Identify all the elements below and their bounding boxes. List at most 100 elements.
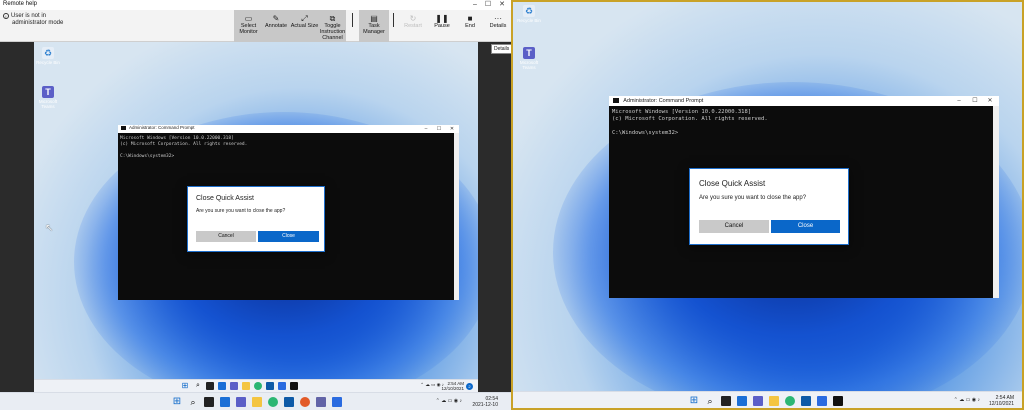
edge-icon[interactable]	[785, 396, 795, 406]
teams-label: Microsoft Teams	[519, 60, 539, 70]
cmd-maximize-button[interactable]: ☐	[969, 96, 981, 106]
task-manager-button[interactable]: ▤ Task Manager	[359, 10, 389, 42]
widgets-icon[interactable]	[737, 396, 747, 406]
local-clock[interactable]: 02:54 2021-12-10	[462, 396, 498, 408]
select-monitor-button[interactable]: ▭ Select Monitor	[235, 10, 262, 42]
teams-shortcut[interactable]: T Microsoft Teams	[33, 86, 63, 109]
end-button[interactable]: ■ End	[457, 10, 483, 42]
file-explorer-icon[interactable]	[252, 397, 262, 407]
cmd-minimize-button[interactable]: –	[421, 125, 431, 133]
maximize-button[interactable]: ☐	[481, 0, 495, 10]
teams-shortcut[interactable]: T Microsoft Teams	[514, 47, 544, 70]
close-quick-assist-dialog: Close Quick Assist Are you sure you want…	[689, 168, 849, 245]
chat-icon[interactable]	[753, 396, 763, 406]
dialog-message: Are you sure you want to close the app?	[699, 195, 807, 201]
cmd-close-button[interactable]: ✕	[984, 96, 996, 106]
admin-notice-line1: User is not in	[11, 13, 47, 19]
pause-label: Pause	[434, 23, 450, 29]
cmd-output: Microsoft Windows [Version 10.0.22000.31…	[612, 109, 768, 137]
store-icon[interactable]	[284, 397, 294, 407]
task-view-icon[interactable]	[206, 382, 214, 390]
cmd-titlebar: Administrator: Command Prompt – ☐ ✕	[118, 125, 459, 133]
cmd-line-2: (c) Microsoft Corporation. All rights re…	[120, 142, 248, 147]
actual-size-button[interactable]: ⤢ Actual Size	[290, 10, 319, 42]
info-icon: i	[3, 13, 9, 19]
restart-label: Restart	[404, 23, 422, 29]
remote-help-titlebar: Remote help – ☐ ✕	[0, 0, 511, 10]
cmd-taskbar-icon[interactable]	[290, 382, 298, 390]
cmd-minimize-button[interactable]: –	[953, 96, 965, 106]
window-title: Remote help	[3, 1, 38, 7]
quick-assist-icon[interactable]	[817, 396, 827, 406]
file-explorer-icon[interactable]	[242, 382, 250, 390]
cancel-button[interactable]: Cancel	[699, 220, 769, 233]
close-quick-assist-dialog: Close Quick Assist Are you sure you want…	[187, 186, 325, 252]
quick-assist-icon[interactable]	[278, 382, 286, 390]
close-button[interactable]: Close	[771, 220, 840, 233]
local-tray-icons[interactable]: ⌃ ☁ ▭ ◉ ♪	[400, 398, 462, 404]
right-clock[interactable]: 2:54 AM 12/10/2021	[978, 395, 1014, 407]
right-date: 12/10/2021	[988, 401, 1014, 407]
remote-clock[interactable]: 2:54 AM 12/10/2021	[429, 381, 464, 391]
chat-icon[interactable]	[236, 397, 246, 407]
channel-icon: ⧉	[329, 14, 336, 23]
cmd-scrollbar[interactable]	[993, 106, 999, 298]
close-window-button[interactable]: ✕	[495, 0, 509, 10]
remote-help-window: Remote help – ☐ ✕ i User is not in admini…	[0, 0, 513, 410]
pause-button[interactable]: ❚❚ Pause	[429, 10, 455, 42]
details-button[interactable]: ··· Details	[485, 10, 511, 42]
right-taskbar: ⊞ ⌕ ⌃ ☁ ▭ ◉ ♪ 2:54 AM 12/10/2021	[513, 391, 1022, 408]
quick-assist-icon[interactable]	[332, 397, 342, 407]
cmd-line-2: (c) Microsoft Corporation. All rights re…	[612, 116, 768, 122]
details-tooltip: Details	[491, 44, 513, 54]
cmd-line-1: Microsoft Windows [Version 10.0.22000.31…	[612, 109, 752, 115]
right-monitor-screen[interactable]: ♻ Recycle Bin T Microsoft Teams Administ…	[511, 0, 1024, 410]
toggle-instruction-channel-button[interactable]: ⧉ Toggle Instruction Channel	[319, 10, 346, 42]
restart-button[interactable]: ↻ Restart	[398, 10, 428, 42]
stop-icon: ■	[467, 14, 473, 23]
cmd-output: Microsoft Windows [Version 10.0.22000.31…	[120, 136, 247, 160]
chat-icon[interactable]	[230, 382, 238, 390]
recycle-bin-label: Recycle Bin	[36, 60, 60, 65]
cmd-taskbar-icon[interactable]	[833, 396, 843, 406]
local-date: 2021-12-10	[472, 402, 498, 408]
task-view-icon[interactable]	[204, 397, 214, 407]
minimize-button[interactable]: –	[468, 0, 482, 10]
admin-notice-line2: administrator mode	[12, 20, 64, 26]
widgets-icon[interactable]	[220, 397, 230, 407]
edge-icon[interactable]	[254, 382, 262, 390]
cmd-scrollbar[interactable]	[454, 133, 459, 300]
task-view-icon[interactable]	[721, 396, 731, 406]
remote-screen[interactable]: ♻ Recycle Bin T Microsoft Teams Administ…	[34, 42, 478, 410]
teams-icon: T	[523, 47, 535, 59]
start-icon[interactable]: ⊞	[689, 396, 699, 406]
cmd-icon	[121, 125, 126, 130]
search-icon[interactable]: ⌕	[705, 396, 715, 406]
cmd-maximize-button[interactable]: ☐	[434, 125, 444, 133]
start-icon[interactable]: ⊞	[181, 382, 189, 390]
file-explorer-icon[interactable]	[769, 396, 779, 406]
edge-icon[interactable]	[268, 397, 278, 407]
store-icon[interactable]	[266, 382, 274, 390]
restart-icon: ↻	[409, 14, 417, 23]
annotate-button[interactable]: ✎ Annotate	[262, 10, 290, 42]
close-button[interactable]: Close	[258, 231, 319, 242]
cmd-close-button[interactable]: ✕	[447, 125, 457, 133]
store-icon[interactable]	[801, 396, 811, 406]
search-icon[interactable]: ⌕	[188, 397, 198, 407]
notification-badge[interactable]: 2	[466, 383, 473, 390]
recycle-bin-shortcut[interactable]: ♻ Recycle Bin	[33, 47, 63, 65]
dialog-title: Close Quick Assist	[699, 179, 766, 188]
teams-icon[interactable]	[316, 397, 326, 407]
select-monitor-label: Select Monitor	[239, 23, 258, 35]
start-icon[interactable]: ⊞	[172, 397, 182, 407]
cancel-button[interactable]: Cancel	[196, 231, 256, 242]
monitor-icon: ▭	[244, 14, 253, 23]
right-tray-icons[interactable]: ⌃ ☁ ▭ ◉ ♪	[918, 397, 980, 403]
widgets-icon[interactable]	[218, 382, 226, 390]
details-label: Details	[489, 23, 507, 29]
search-icon[interactable]: ⌕	[194, 382, 202, 390]
remote-help-icon[interactable]	[300, 397, 310, 407]
recycle-bin-icon: ♻	[523, 5, 535, 17]
recycle-bin-shortcut[interactable]: ♻ Recycle Bin	[514, 5, 544, 23]
